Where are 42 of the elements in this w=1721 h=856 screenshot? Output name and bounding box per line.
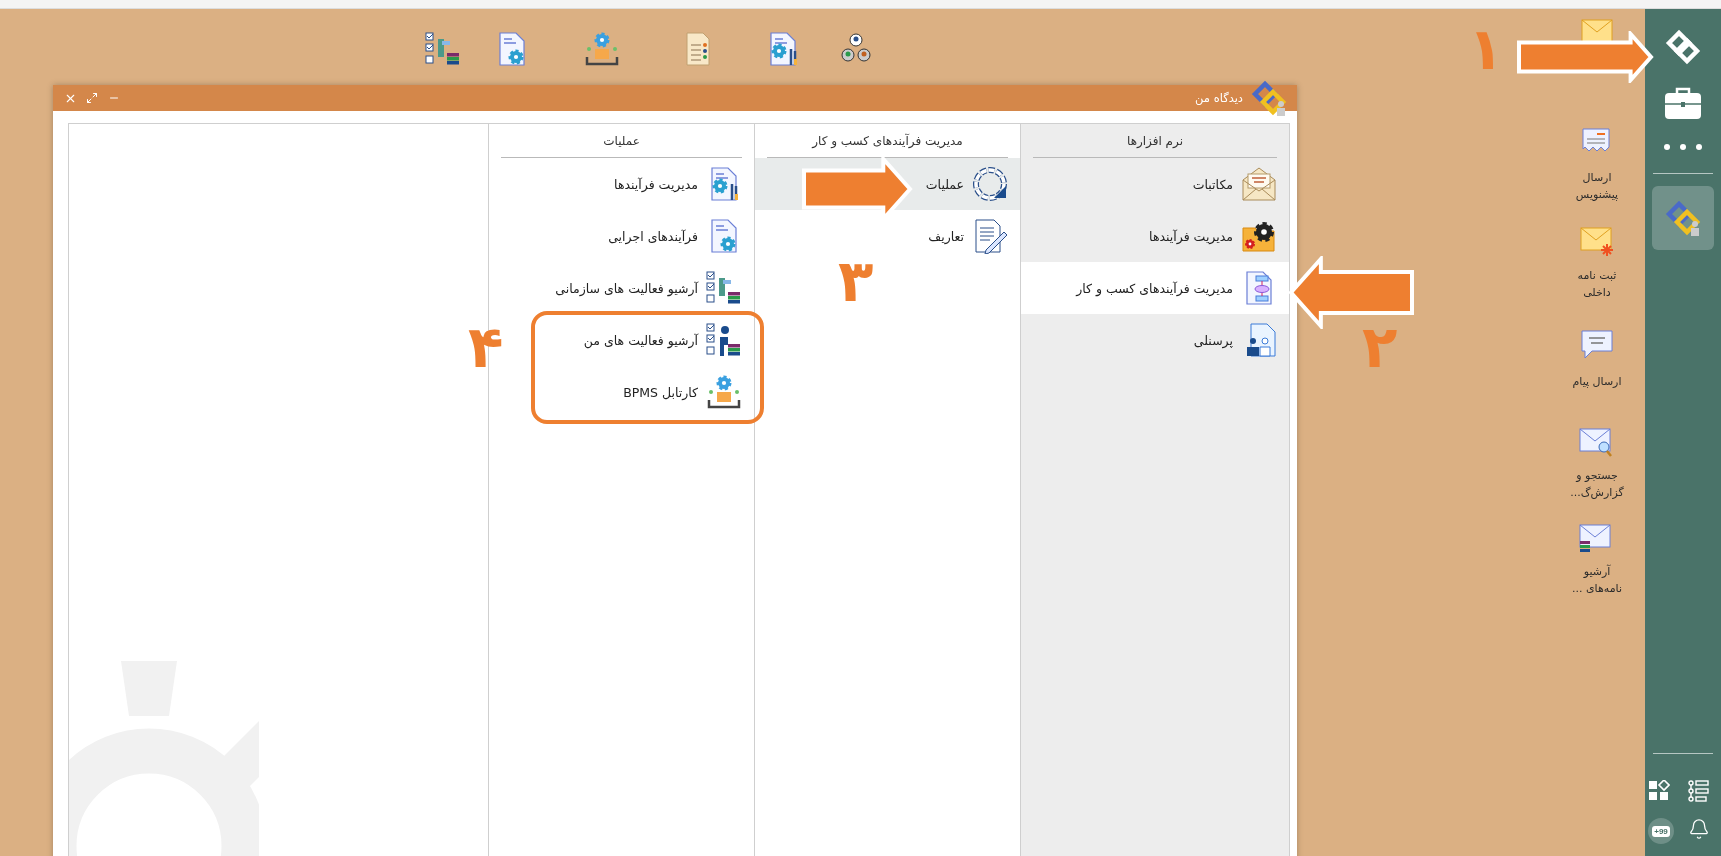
gear-tray-icon [706, 374, 742, 410]
menu-item[interactable]: پرسنلی [1021, 314, 1289, 366]
chat-badge[interactable]: +99 [1648, 818, 1674, 844]
envelope-asterisk-icon [1579, 227, 1615, 257]
bell-icon[interactable] [1688, 818, 1710, 840]
logo-icon [1665, 29, 1701, 65]
column-header: نرم افزارها [1033, 124, 1277, 158]
widgets-icon [1648, 780, 1670, 802]
document-pen-icon [972, 218, 1008, 254]
shortcut-label[interactable]: آرشیو نامه‌های ... [1564, 563, 1630, 597]
shortcut-label[interactable]: جستجو و گزارش‌گ... [1564, 467, 1630, 501]
window-title: دیدگاه من [1195, 91, 1243, 105]
column-header: عملیات [501, 124, 742, 158]
envelope-icon [1579, 19, 1615, 43]
maximize-button[interactable] [85, 91, 99, 105]
logo-icon [1251, 80, 1287, 116]
menu-item[interactable]: آرشیو فعالیت های سازمانی [489, 262, 754, 314]
gear-tray-icon [584, 31, 620, 67]
menu-item[interactable]: مدیریت فرآیندهای کسب و کار [1021, 262, 1289, 314]
menu-item[interactable]: مدیریت فرآیندها [489, 158, 754, 210]
checklist-icon [425, 31, 461, 67]
maximize-icon [86, 92, 98, 104]
menu-item[interactable]: مدیریت فرآیندها [1021, 210, 1289, 262]
step-number: ۱ [1468, 20, 1504, 78]
checklist-icon [706, 270, 742, 306]
envelope-search-icon [1579, 427, 1615, 457]
more-icon [1663, 143, 1703, 151]
app-tile[interactable] [1652, 186, 1714, 250]
envelope-icon [1241, 166, 1277, 202]
home-button[interactable] [1665, 29, 1701, 65]
briefcase-button[interactable] [1663, 87, 1703, 121]
menu-item[interactable]: فرآیندهای اجرایی [489, 210, 754, 262]
more-button[interactable] [1663, 143, 1703, 151]
person-checklist-icon [706, 322, 742, 358]
menu-item[interactable]: مکاتبات [1021, 158, 1289, 210]
step-number: ۲ [1362, 318, 1398, 376]
shortcut-label[interactable]: ثبت نامه داخلی [1564, 267, 1630, 301]
briefcase-icon [1663, 87, 1703, 121]
shortcut-label[interactable]: ارسال پیشنویس [1564, 169, 1630, 203]
shortcut-label[interactable]: ارسال پیام [1564, 373, 1630, 390]
list-icon [1688, 780, 1710, 802]
logo-icon [1665, 200, 1701, 236]
